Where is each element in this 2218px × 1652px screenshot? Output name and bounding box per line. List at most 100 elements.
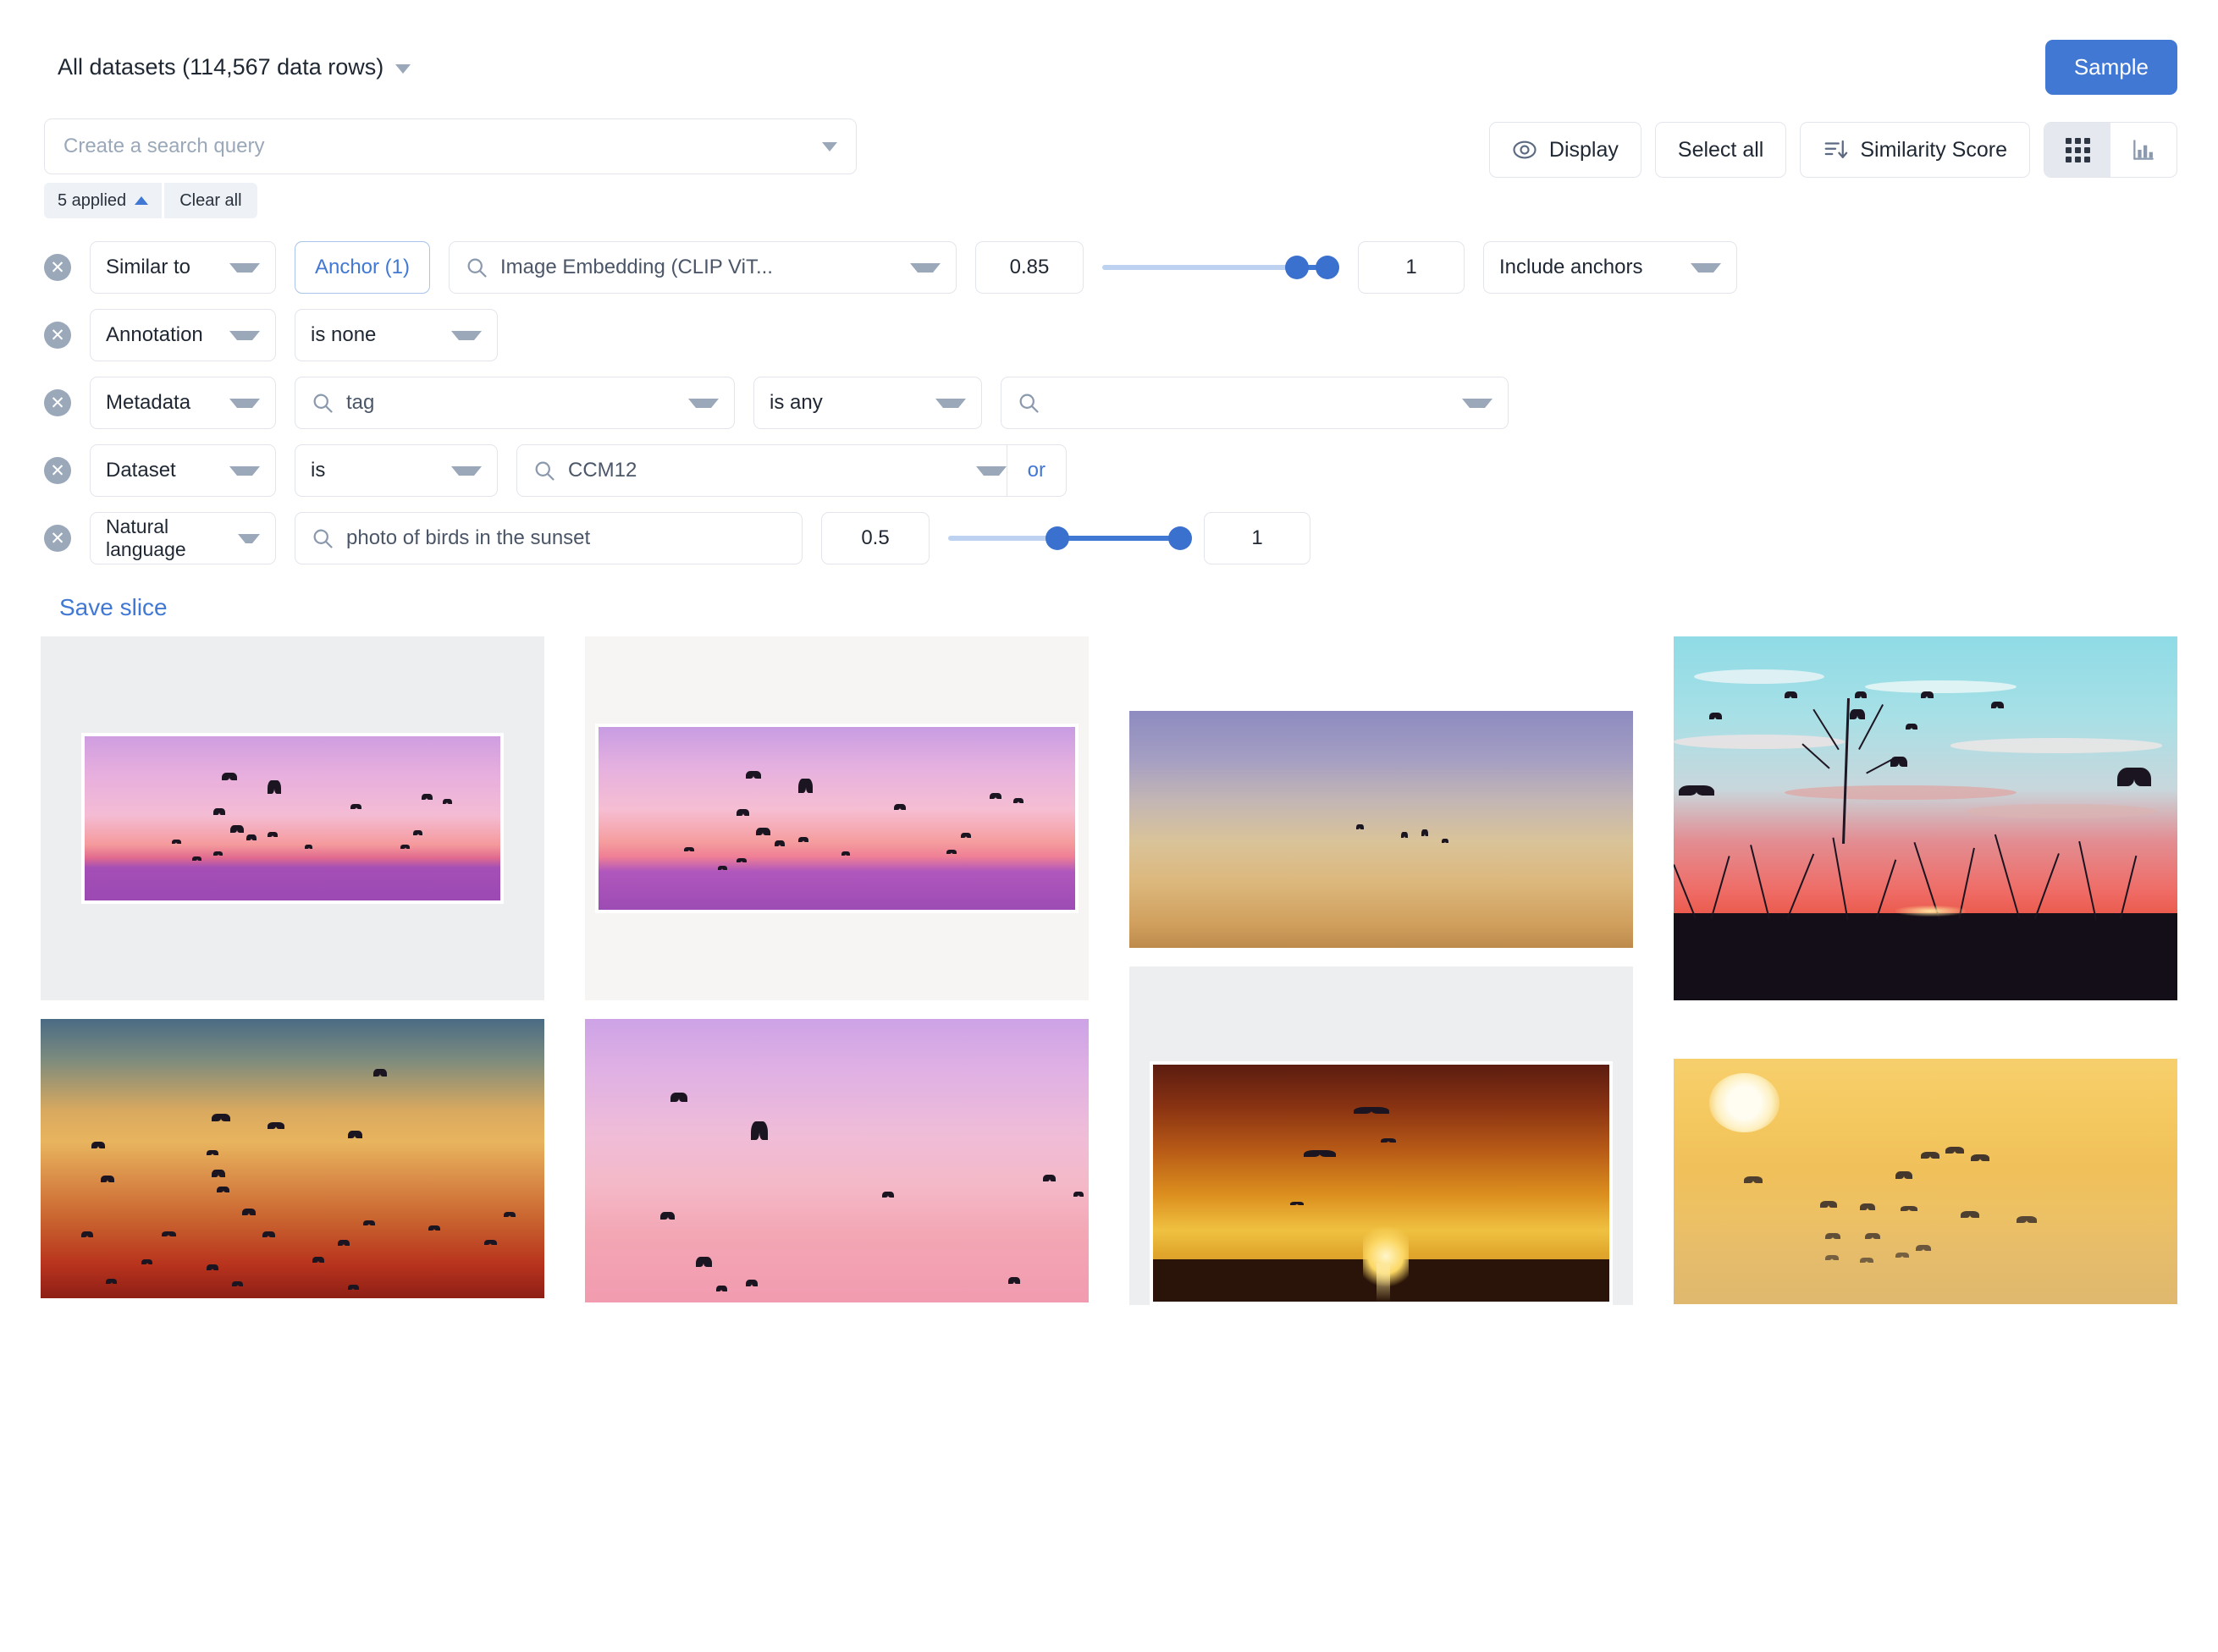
top-bar: All datasets (114,567 data rows) Sample bbox=[0, 0, 2218, 100]
remove-filter-button[interactable]: ✕ bbox=[44, 322, 71, 349]
natural-language-input[interactable]: photo of birds in the sunset bbox=[295, 512, 803, 564]
filter-type-select[interactable]: Dataset bbox=[90, 444, 276, 497]
nl-count-value: 1 bbox=[1251, 526, 1263, 549]
result-card-pink-sky-birds[interactable] bbox=[585, 1019, 1089, 1302]
dataset-conjunction-button[interactable]: or bbox=[1006, 444, 1066, 497]
chevron-down-icon bbox=[935, 398, 966, 408]
metadata-key-input[interactable]: tag bbox=[295, 377, 735, 429]
chevron-down-icon bbox=[975, 465, 1007, 476]
result-card-birds-on-branches-sunset[interactable] bbox=[1674, 636, 2177, 1000]
remove-filter-button[interactable]: ✕ bbox=[44, 254, 71, 281]
filter-list: ✕ Similar to Anchor (1) Image Embedding … bbox=[0, 218, 2218, 572]
chevron-down-icon bbox=[395, 63, 411, 74]
filter-row-annotation: ✕ Annotation is none bbox=[44, 301, 2218, 369]
annotation-operator-label: is none bbox=[311, 323, 377, 346]
search-icon bbox=[535, 461, 554, 481]
remove-filter-button[interactable]: ✕ bbox=[44, 525, 71, 552]
chevron-down-icon bbox=[229, 398, 260, 408]
anchor-mode-select[interactable]: Include anchors bbox=[1483, 241, 1737, 294]
eye-icon bbox=[1513, 140, 1537, 159]
sample-button[interactable]: Sample bbox=[2044, 39, 2177, 95]
slider-knob-min[interactable] bbox=[1284, 256, 1309, 279]
select-all-label: Select all bbox=[1677, 137, 1764, 162]
anchor-label: Anchor (1) bbox=[314, 256, 411, 278]
slider-knob-max[interactable] bbox=[1168, 526, 1193, 550]
annotation-operator-select[interactable]: is none bbox=[295, 309, 498, 361]
grid-view-icon bbox=[2065, 137, 2090, 162]
result-card-golden-sun-flock[interactable] bbox=[1674, 1059, 2177, 1304]
results-toolbar: Display Select all Similarity Score bbox=[1488, 122, 2177, 178]
sort-button[interactable]: Similarity Score bbox=[1800, 122, 2030, 178]
view-toggle-grid[interactable] bbox=[2044, 123, 2110, 177]
chevron-down-icon bbox=[1691, 262, 1721, 273]
remove-filter-button[interactable]: ✕ bbox=[44, 457, 71, 484]
similarity-threshold-input[interactable]: 0.85 bbox=[975, 241, 1084, 294]
filter-row-natural-language: ✕ Natural language photo of birds in the… bbox=[44, 504, 2218, 572]
dataset-operator-select[interactable]: is bbox=[295, 444, 498, 497]
metadata-key-value: tag bbox=[346, 391, 375, 414]
result-card-pink-sunset-birds-matted[interactable] bbox=[585, 636, 1089, 1000]
anchor-button[interactable]: Anchor (1) bbox=[295, 241, 430, 294]
metadata-value-input[interactable] bbox=[1001, 377, 1509, 429]
display-label: Display bbox=[1548, 137, 1619, 162]
result-card-planes-over-lake-matted[interactable] bbox=[1129, 966, 1633, 1305]
chevron-down-icon[interactable] bbox=[822, 141, 837, 151]
filter-row-similar-to: ✕ Similar to Anchor (1) Image Embedding … bbox=[44, 234, 2218, 301]
sort-label: Similarity Score bbox=[1860, 137, 2007, 162]
search-icon bbox=[1019, 394, 1039, 413]
embedding-select[interactable]: Image Embedding (CLIP ViT... bbox=[449, 241, 957, 294]
filter-row-dataset: ✕ Dataset is CCM12 or bbox=[44, 437, 2218, 504]
view-toggle-chart[interactable] bbox=[2110, 123, 2177, 177]
similarity-threshold-value: 0.85 bbox=[1009, 256, 1050, 278]
filter-type-label: Metadata bbox=[106, 391, 191, 414]
result-card-dusk-gradient-birds[interactable] bbox=[1129, 711, 1633, 948]
search-icon bbox=[467, 258, 487, 278]
search-placeholder: Create a search query bbox=[63, 135, 265, 157]
dataset-selector[interactable]: All datasets (114,567 data rows) bbox=[58, 54, 411, 80]
similarity-count-input[interactable]: 1 bbox=[1358, 241, 1465, 294]
clear-all-button[interactable]: Clear all bbox=[164, 183, 257, 218]
nl-count-input[interactable]: 1 bbox=[1204, 512, 1310, 564]
filter-type-select[interactable]: Metadata bbox=[90, 377, 276, 429]
display-button[interactable]: Display bbox=[1488, 122, 1641, 178]
slider-knob-max[interactable] bbox=[1316, 256, 1339, 279]
results-grid bbox=[0, 621, 2218, 1305]
query-toolbar-row: Create a search query 5 applied Clear al… bbox=[0, 118, 2218, 218]
chevron-up-icon bbox=[135, 196, 149, 205]
chevron-down-icon bbox=[229, 465, 260, 476]
filter-type-select[interactable]: Annotation bbox=[90, 309, 276, 361]
filter-type-label: Annotation bbox=[106, 323, 203, 346]
chevron-down-icon bbox=[688, 398, 719, 408]
dataset-selector-label: All datasets (114,567 data rows) bbox=[58, 53, 384, 80]
nl-range-slider[interactable] bbox=[948, 512, 1193, 564]
search-icon bbox=[313, 529, 333, 548]
slider-knob-min[interactable] bbox=[1045, 526, 1069, 550]
remove-filter-button[interactable]: ✕ bbox=[44, 389, 71, 416]
chevron-down-icon bbox=[229, 262, 260, 273]
dataset-value-select[interactable]: CCM12 or bbox=[516, 444, 1067, 497]
chevron-down-icon bbox=[451, 465, 482, 476]
natural-language-query: photo of birds in the sunset bbox=[346, 526, 591, 549]
dataset-value-label: CCM12 bbox=[568, 459, 637, 482]
save-slice-link[interactable]: Save slice bbox=[0, 572, 168, 621]
dataset-operator-label: is bbox=[311, 459, 326, 482]
metadata-operator-select[interactable]: is any bbox=[753, 377, 982, 429]
embedding-label: Image Embedding (CLIP ViT... bbox=[500, 256, 773, 278]
result-card-orange-sunset-flock[interactable] bbox=[41, 1019, 544, 1298]
select-all-button[interactable]: Select all bbox=[1654, 122, 1787, 178]
results-column bbox=[1674, 636, 2177, 1305]
anchor-mode-label: Include anchors bbox=[1499, 256, 1643, 278]
chart-view-icon bbox=[2133, 140, 2154, 160]
similarity-range-slider[interactable] bbox=[1102, 241, 1339, 294]
search-input[interactable]: Create a search query bbox=[44, 118, 857, 174]
nl-threshold-input[interactable]: 0.5 bbox=[821, 512, 930, 564]
results-column bbox=[585, 636, 1089, 1305]
sort-descending-icon bbox=[1824, 140, 1848, 158]
filter-type-select[interactable]: Similar to bbox=[90, 241, 276, 294]
view-toggle-group bbox=[2044, 122, 2177, 178]
chevron-down-icon bbox=[229, 330, 260, 340]
chevron-down-icon bbox=[1462, 398, 1492, 408]
filter-type-select[interactable]: Natural language bbox=[90, 512, 276, 564]
applied-count-chip[interactable]: 5 applied bbox=[44, 183, 163, 218]
result-card-purple-sunset-birds-matted[interactable] bbox=[41, 636, 544, 1000]
